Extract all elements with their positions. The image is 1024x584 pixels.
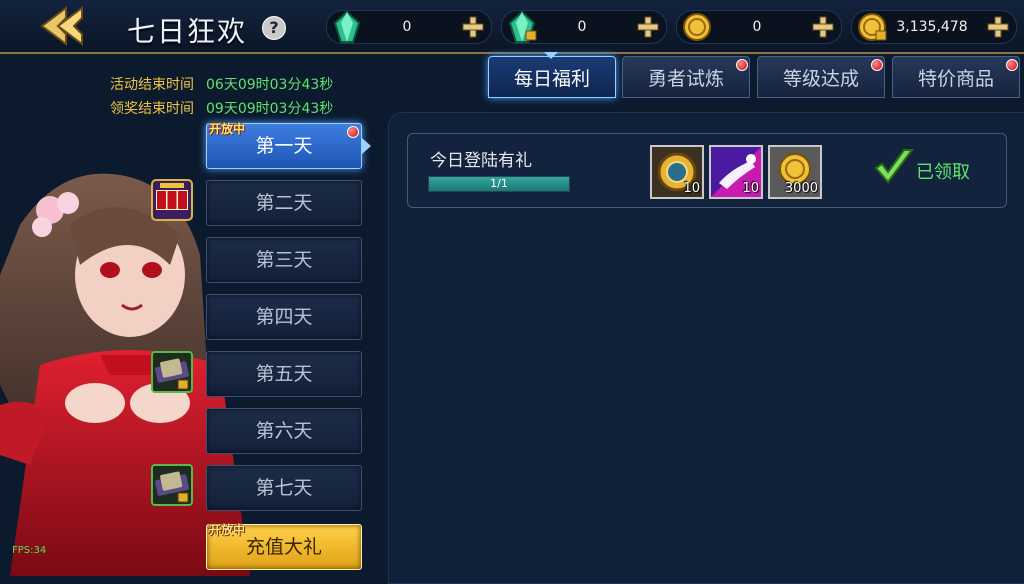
help-button[interactable]: ? [262,16,286,40]
tab-label: 特价商品 [917,68,994,90]
red-dot-icon [1006,59,1018,71]
red-dot-icon [736,59,748,71]
day-1-button[interactable]: 第一天 开放中 [206,122,371,169]
selected-arrow-icon [362,138,371,154]
add-locked-gem-button[interactable] [634,15,662,39]
claim-end-label: 领奖结束时间 [110,101,194,117]
tab-level-reached[interactable]: 等级达成 [757,56,885,98]
day-label: 充值大礼 [245,536,322,558]
active-tab-indicator [544,52,558,59]
green-gem-icon [333,10,361,43]
tab-label: 勇者试炼 [647,68,724,90]
tab-label: 等级达成 [782,68,859,90]
day-7-button[interactable]: 第七天 [206,465,362,511]
locked-ticket-icon[interactable] [150,350,194,394]
day-5-button[interactable]: 第五天 [206,351,362,397]
day-label: 第六天 [255,420,313,442]
event-end-label: 活动结束时间 [110,77,194,93]
progress-text: 1/1 [490,177,508,190]
top-bar: 七日狂欢 ? 0 0 0 3,135,478 [0,0,1024,54]
day-2-button[interactable]: 第二天 [206,180,362,226]
claim-end-value: 09天09时03分43秒 [206,101,334,117]
open-tag: 开放中 [209,122,246,136]
gold-coin-icon [683,13,711,41]
open-tag: 开放中 [209,523,246,537]
event-timers: 活动结束时间 06天09时03分43秒 领奖结束时间 09天09时03分43秒 [110,73,333,121]
resource-green-gem: 0 [326,10,492,44]
day-label: 第二天 [255,192,313,214]
reward-item[interactable]: 10 [709,145,763,199]
day-label: 第四天 [255,306,313,328]
locked-gem-icon [508,10,537,43]
item-quantity: 10 [683,181,700,196]
resource-value: 3,135,478 [896,19,968,35]
back-arrow-icon[interactable] [36,6,88,46]
resource-gold-coin: 0 [676,10,842,44]
tab-hero-trial[interactable]: 勇者试炼 [622,56,750,98]
reward-progress-bar: 1/1 [428,176,570,192]
day-6-button[interactable]: 第六天 [206,408,362,454]
tab-special-offers[interactable]: 特价商品 [892,56,1020,98]
event-end-value: 06天09时03分43秒 [206,77,334,93]
reward-title: 今日登陆有礼 [430,151,532,171]
resource-value: 0 [402,19,412,35]
red-dot-icon [871,59,883,71]
locked-coin-icon [858,13,887,41]
item-quantity: 3000 [784,181,818,196]
reward-item[interactable]: 3000 [768,145,822,199]
resource-locked-coin: 3,135,478 [851,10,1017,44]
tab-daily-welfare[interactable]: 每日福利 [488,56,616,98]
day-3-button[interactable]: 第三天 [206,237,362,283]
day-label: 第五天 [255,363,313,385]
item-quantity: 10 [742,181,759,196]
add-gold-coin-button[interactable] [809,15,837,39]
resource-locked-gem: 0 [501,10,667,44]
page-title: 七日狂欢 [127,15,248,48]
day-label: 第一天 [255,135,313,157]
locked-ticket-icon[interactable] [150,463,194,507]
red-dot-icon [347,126,359,138]
recharge-gift-button[interactable]: 充值大礼 开放中 [206,523,362,570]
resource-value: 0 [577,19,587,35]
resource-value: 0 [752,19,762,35]
day-4-button[interactable]: 第四天 [206,294,362,340]
reward-item[interactable]: 10 [650,145,704,199]
day-label: 第三天 [255,249,313,271]
add-green-gem-button[interactable] [459,15,487,39]
add-locked-coin-button[interactable] [984,15,1012,39]
day-label: 第七天 [255,477,313,499]
claimed-text: 已领取 [916,162,970,183]
fps-counter: FPS:34 [12,545,47,556]
tab-label: 每日福利 [513,68,590,90]
check-icon [874,149,914,184]
slot-machine-icon[interactable] [150,178,194,222]
